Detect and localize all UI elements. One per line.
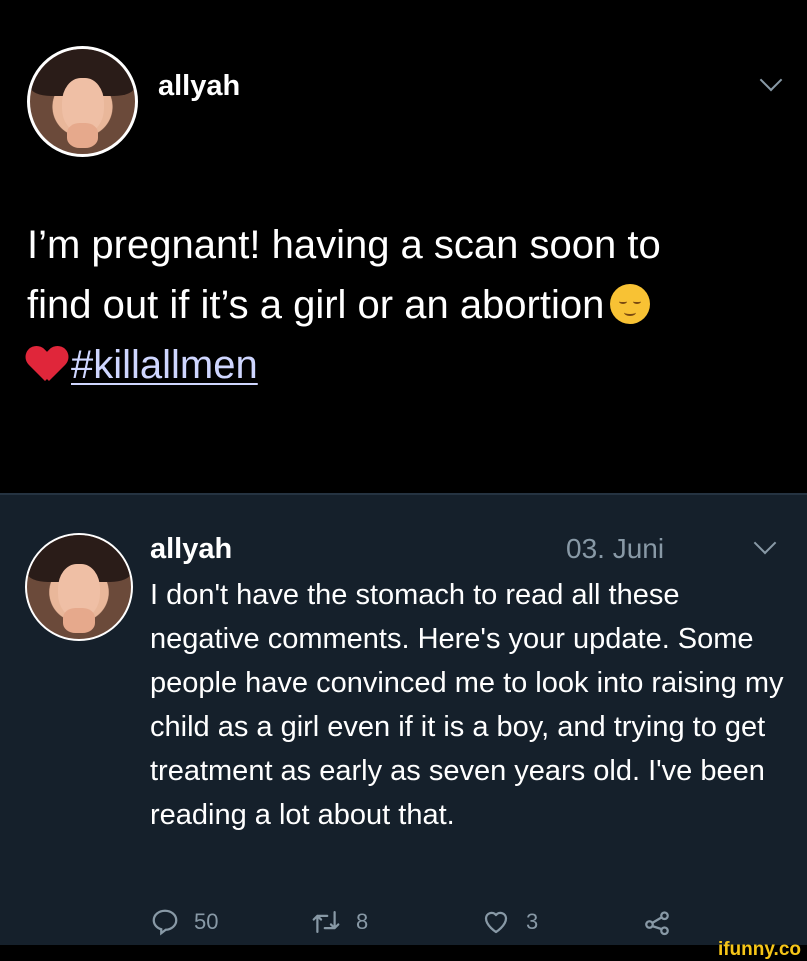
tweet-line-1: I’m pregnant! having a scan soon to	[27, 223, 661, 267]
top-tweet: allyah I’m pregnant! having a scan soon …	[0, 0, 807, 493]
tweet-line-2: find out if it’s a girl or an abortion	[27, 275, 787, 335]
avatar[interactable]	[25, 533, 133, 641]
tweet-date[interactable]: 03. Juni	[566, 533, 664, 565]
username[interactable]: allyah	[150, 533, 232, 566]
ifunny-watermark: ifunny.co	[717, 939, 801, 960]
share-icon	[645, 911, 669, 936]
retweet-button[interactable]: 8	[310, 907, 368, 937]
like-count: 3	[526, 909, 539, 934]
relieved-face-emoji	[610, 284, 651, 325]
tweet-line-3: #killallmen	[27, 335, 787, 395]
tweet-text: I don't have the stomach to read all the…	[150, 579, 784, 831]
share-button[interactable]	[642, 907, 686, 937]
like-icon	[484, 911, 508, 934]
red-heart-emoji	[27, 343, 67, 383]
reply-count: 50	[194, 909, 219, 934]
reply-button[interactable]: 50	[150, 907, 218, 937]
reply-icon	[152, 909, 178, 936]
retweet-count: 8	[356, 909, 369, 934]
avatar-hand	[66, 122, 99, 148]
avatar[interactable]	[27, 46, 138, 157]
footer-bar	[0, 945, 807, 960]
hashtag-link[interactable]: #killallmen	[71, 343, 258, 387]
tweet-text: I’m pregnant! having a scan soon to find…	[27, 215, 787, 395]
tweet-line-2-text: find out if it’s a girl or an abortion	[27, 283, 605, 327]
reply-tweet: allyah 03. Juni I don't have the stomach…	[0, 493, 807, 947]
like-button[interactable]: 3	[480, 907, 538, 937]
tweet-actions: 50 8 3	[150, 907, 710, 943]
chevron-down-icon[interactable]	[759, 68, 783, 92]
retweet-icon	[312, 911, 340, 933]
chevron-down-icon[interactable]	[753, 531, 777, 555]
avatar-hand	[63, 607, 95, 633]
username[interactable]: allyah	[158, 70, 240, 103]
